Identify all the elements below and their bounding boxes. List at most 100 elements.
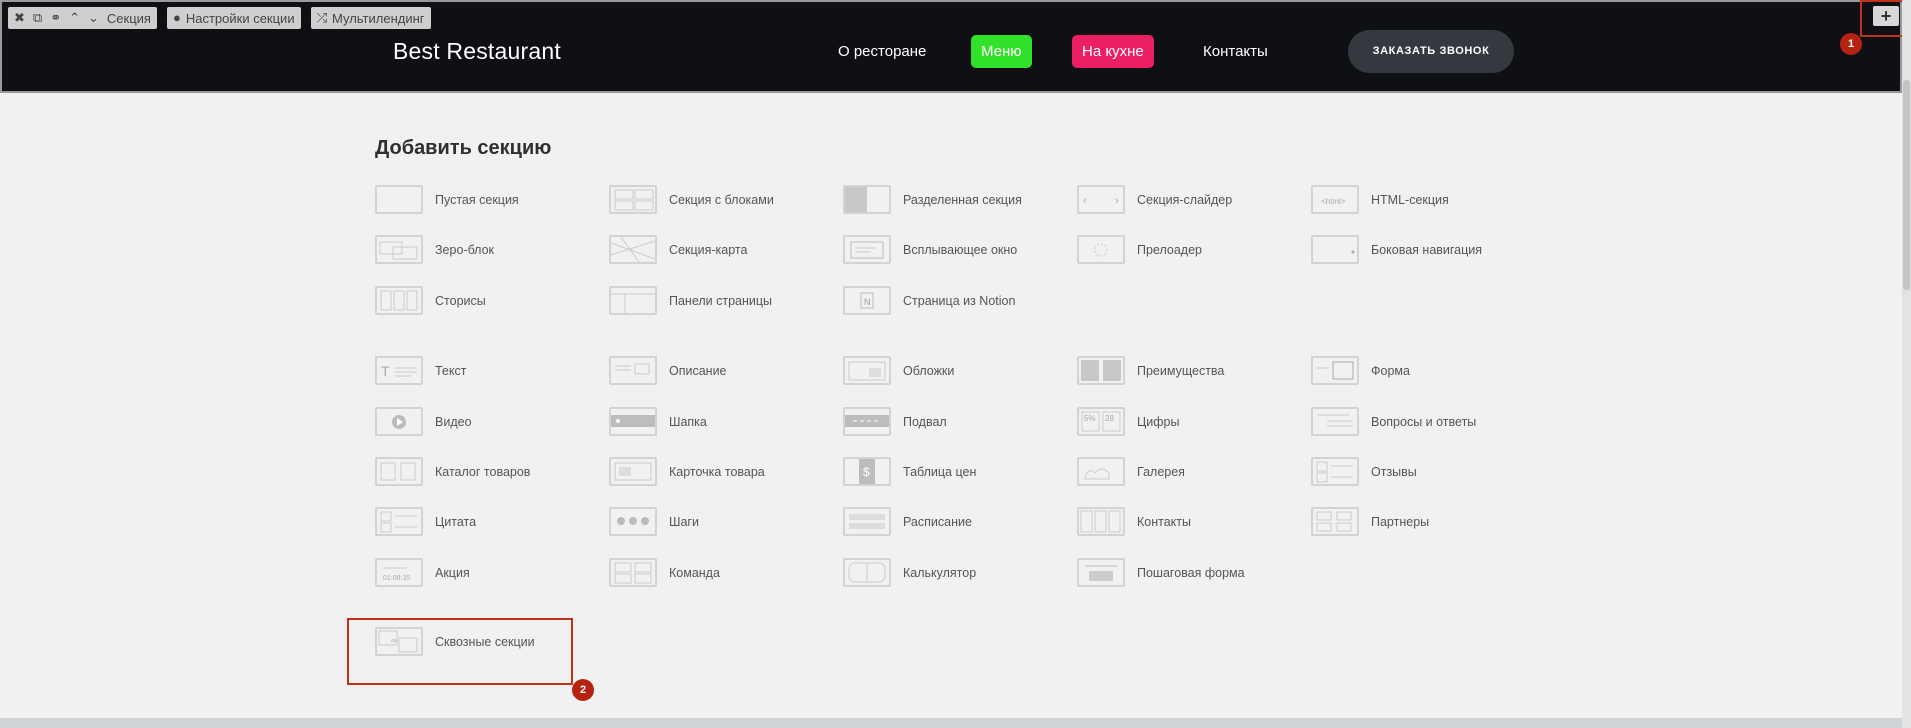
section-type-label: Вопросы и ответы	[1371, 414, 1477, 429]
section-type-schedule[interactable]: Расписание	[843, 507, 972, 536]
section-type-catalog[interactable]: Каталог товаров	[375, 457, 530, 486]
section-type-label: Секция-карта	[669, 242, 748, 257]
section-type-covers[interactable]: Обложки	[843, 356, 954, 385]
section-type-popup[interactable]: Всплывающее окно	[843, 235, 1017, 264]
video-thumbnail-icon	[375, 407, 423, 436]
drop-icon: ●	[172, 10, 181, 25]
svg-text:5%: 5%	[1084, 414, 1096, 423]
notion-thumbnail-icon: N	[843, 286, 891, 315]
section-type-blocks[interactable]: Секция с блоками	[609, 185, 774, 214]
svg-text:N: N	[864, 297, 871, 307]
section-type-advantages[interactable]: Преимущества	[1077, 356, 1224, 385]
section-type-side-nav[interactable]: Боковая навигация	[1311, 235, 1482, 264]
section-type-split[interactable]: Разделенная секция	[843, 185, 1022, 214]
section-type-form[interactable]: Форма	[1311, 356, 1410, 385]
promo-thumbnail-icon: 01:08:35	[375, 558, 423, 587]
section-type-page-panels[interactable]: Панели страницы	[609, 286, 772, 315]
popup-thumbnail-icon	[843, 235, 891, 264]
section-type-quote[interactable]: Цитата	[375, 507, 476, 536]
section-type-label: Карточка товара	[669, 464, 765, 479]
catalog-thumbnail-icon	[375, 457, 423, 486]
chevron-up-icon[interactable]: ⌃	[69, 7, 80, 29]
close-icon[interactable]: ✖	[14, 7, 25, 29]
blocks-thumbnail-icon	[609, 185, 657, 214]
section-type-numbers[interactable]: 5% 28 Цифры	[1077, 407, 1179, 436]
section-type-zero-block[interactable]: Зеро-блок	[375, 235, 494, 264]
description-thumbnail-icon	[609, 356, 657, 385]
section-type-label: Страница из Notion	[903, 293, 1016, 308]
section-type-label: Пустая секция	[435, 192, 519, 207]
nav-link-menu[interactable]: Меню	[971, 35, 1032, 68]
chevron-down-icon[interactable]: ⌄	[88, 7, 99, 29]
partners-thumbnail-icon	[1311, 507, 1359, 536]
order-call-button[interactable]: ЗАКАЗАТЬ ЗВОНОК	[1348, 30, 1514, 73]
section-type-notion[interactable]: N Страница из Notion	[843, 286, 1015, 315]
section-type-label: Всплывающее окно	[903, 242, 1018, 257]
highlight-box-2	[347, 618, 573, 685]
section-type-label: Цифры	[1137, 414, 1180, 429]
nav-link-about[interactable]: О ресторане	[838, 35, 926, 68]
section-type-label: Акция	[435, 565, 470, 580]
section-type-calculator[interactable]: Калькулятор	[843, 558, 976, 587]
section-type-label: Форма	[1371, 363, 1410, 378]
marker-badge-2: 2	[572, 679, 594, 701]
section-type-label: Видео	[435, 414, 472, 429]
section-type-label: Зеро-блок	[435, 242, 495, 257]
header-thumbnail-icon	[609, 407, 657, 436]
section-type-contacts[interactable]: Контакты	[1077, 507, 1191, 536]
section-type-faq[interactable]: Вопросы и ответы	[1311, 407, 1476, 436]
scrollbar-thumb[interactable]	[1903, 80, 1910, 290]
schedule-thumbnail-icon	[843, 507, 891, 536]
section-label: Секция	[106, 10, 151, 26]
nav-link-contacts[interactable]: Контакты	[1203, 35, 1268, 68]
svg-text:<html>: <html>	[1321, 197, 1346, 206]
section-type-label: Команда	[669, 565, 720, 580]
marker-badge-1: 1	[1840, 33, 1862, 55]
section-type-label: Калькулятор	[903, 565, 977, 580]
section-type-footer[interactable]: Подвал	[843, 407, 947, 436]
section-type-product-card[interactable]: Карточка товара	[609, 457, 765, 486]
section-type-header[interactable]: Шапка	[609, 407, 707, 436]
section-type-html[interactable]: <html> HTML-секция	[1311, 185, 1449, 214]
shuffle-icon: ⤮	[316, 10, 327, 25]
price-table-thumbnail-icon: $	[843, 457, 891, 486]
section-type-slider[interactable]: ‹ › Секция-слайдер	[1077, 185, 1232, 214]
section-type-video[interactable]: Видео	[375, 407, 472, 436]
reviews-thumbnail-icon	[1311, 457, 1359, 486]
section-type-label: Боковая навигация	[1371, 242, 1483, 257]
nav-link-kitchen[interactable]: На кухне	[1072, 35, 1154, 68]
copy-icon[interactable]: ⧉	[33, 7, 42, 29]
section-type-text[interactable]: T Текст	[375, 356, 466, 385]
section-type-steps[interactable]: Шаги	[609, 507, 699, 536]
section-type-price-table[interactable]: $ Таблица цен	[843, 457, 976, 486]
section-settings-button[interactable]: ● Настройки секции	[166, 7, 301, 29]
section-type-promo[interactable]: 01:08:35 Акция	[375, 558, 470, 587]
stories-thumbnail-icon	[375, 286, 423, 315]
section-type-label: Пошаговая форма	[1137, 565, 1245, 580]
section-type-stories[interactable]: Сторисы	[375, 286, 486, 315]
svg-text:›: ›	[1115, 195, 1119, 207]
section-settings-label: Настройки секции	[185, 10, 295, 26]
section-type-label: Преимущества	[1137, 363, 1225, 378]
section-type-label: Сторисы	[435, 293, 486, 308]
section-type-partners[interactable]: Партнеры	[1311, 507, 1429, 536]
section-type-step-form[interactable]: Пошаговая форма	[1077, 558, 1245, 587]
section-type-team[interactable]: Команда	[609, 558, 720, 587]
multilanding-label: Мультилендинг	[332, 10, 425, 26]
section-type-label: Секция-слайдер	[1137, 192, 1233, 207]
section-type-label: Панели страницы	[669, 293, 773, 308]
section-type-reviews[interactable]: Отзывы	[1311, 457, 1417, 486]
site-header: ✖ ⧉ ⚭ ⌃ ⌄ Секция ● Настройки секции ⤮ Му…	[0, 0, 1902, 93]
link-icon[interactable]: ⚭	[50, 7, 61, 29]
section-type-map[interactable]: Секция-карта	[609, 235, 747, 264]
brand-logo-text[interactable]: Best Restaurant	[393, 38, 561, 65]
section-type-description[interactable]: Описание	[609, 356, 727, 385]
section-type-preloader[interactable]: Прелоадер	[1077, 235, 1202, 264]
quote-thumbnail-icon	[375, 507, 423, 536]
section-type-gallery[interactable]: Галерея	[1077, 457, 1185, 486]
multilanding-button[interactable]: ⤮ Мультилендинг	[310, 7, 431, 29]
map-thumbnail-icon	[609, 235, 657, 264]
section-type-label: Прелоадер	[1137, 242, 1203, 257]
section-type-empty[interactable]: Пустая секция	[375, 185, 519, 214]
page-scrollbar[interactable]	[1902, 0, 1911, 728]
